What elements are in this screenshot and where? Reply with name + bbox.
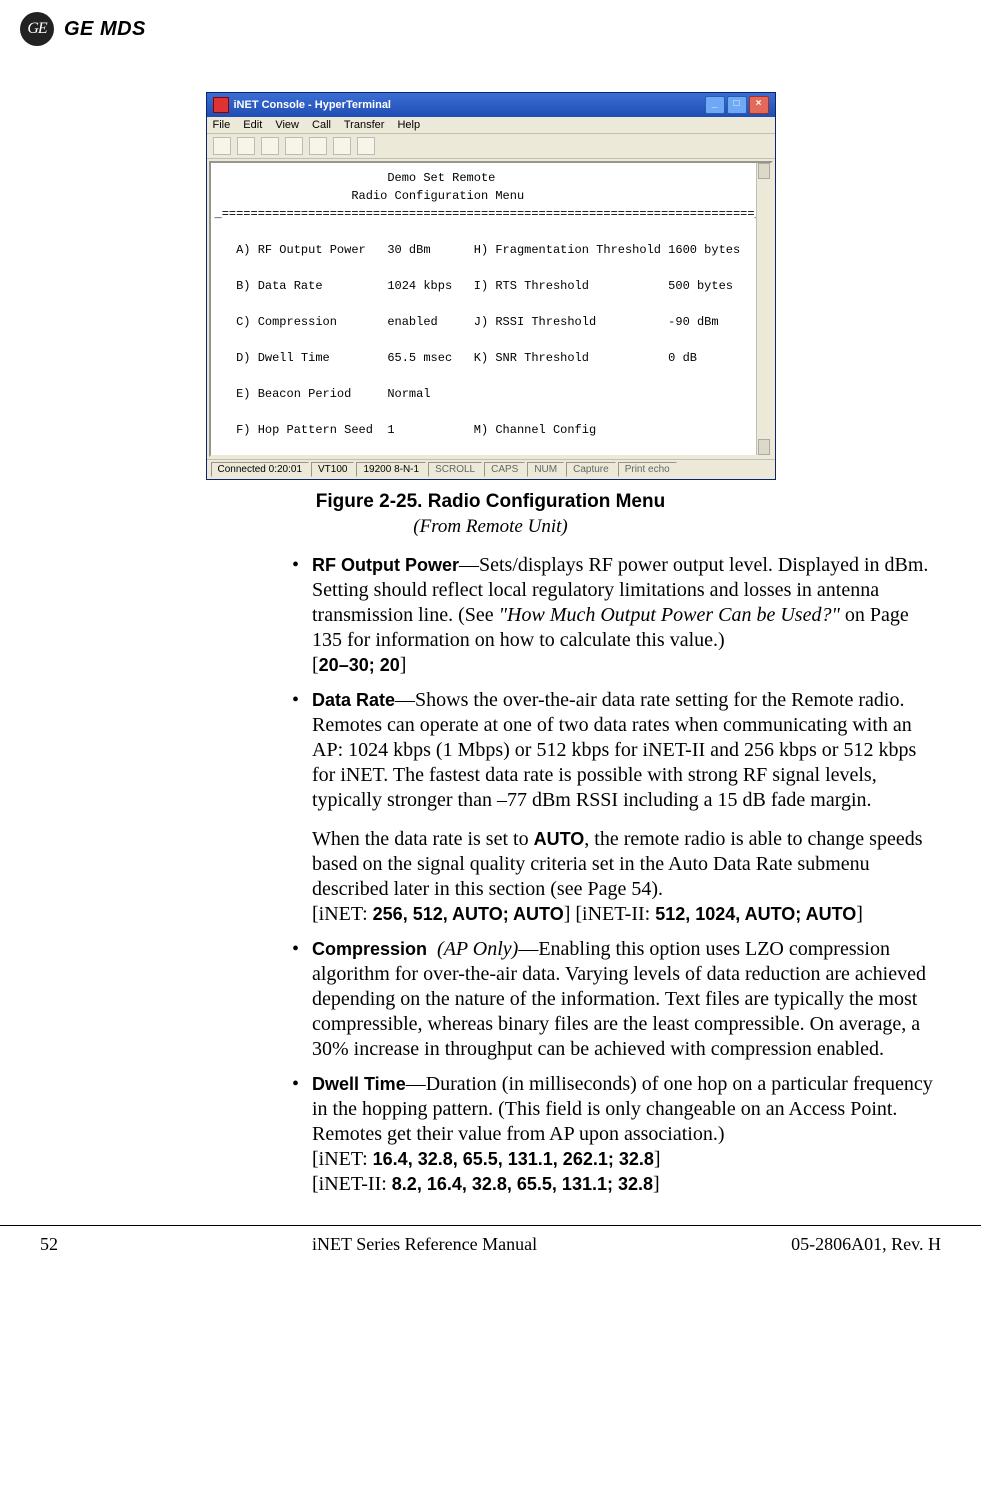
- b4-l2b: 16.4, 32.8, 65.5, 131.1, 262.1; 32.8: [373, 1149, 654, 1169]
- minimize-button[interactable]: _: [705, 96, 725, 114]
- b1-quote: "How Much Output Power Can be Used?": [499, 604, 840, 626]
- body-text: RF Output Power—Sets/displays RF power o…: [290, 553, 940, 1197]
- bullet-compression: Compression (AP Only)—Enabling this opti…: [290, 937, 940, 1062]
- menu-call[interactable]: Call: [312, 119, 331, 131]
- b2-p2a: When the data rate is set to: [312, 828, 534, 850]
- tool-icon-6[interactable]: [333, 137, 351, 155]
- footer-center: iNET Series Reference Manual: [312, 1234, 537, 1255]
- scrollbar[interactable]: [756, 163, 771, 455]
- footer-page: 52: [40, 1234, 58, 1255]
- tool-icon-3[interactable]: [261, 137, 279, 155]
- b4-l3c: ]: [653, 1173, 660, 1195]
- page-header: GE GE MDS: [0, 0, 981, 52]
- tool-icon-5[interactable]: [309, 137, 327, 155]
- b2-l3b: 256, 512, AUTO; AUTO: [373, 904, 564, 924]
- status-port: 19200 8-N-1: [356, 462, 426, 477]
- b2-l3c: ] [iNET-II:: [564, 903, 655, 925]
- b4-l2a: [iNET:: [312, 1148, 373, 1170]
- menu-transfer[interactable]: Transfer: [344, 119, 385, 131]
- terminal-text: Demo Set Remote Radio Configuration Menu…: [215, 171, 762, 457]
- close-button[interactable]: ×: [749, 96, 769, 114]
- toolbar: [207, 134, 775, 159]
- figure-label: Figure 2-25. Radio Configuration Menu: [316, 491, 665, 512]
- brand-text: GE MDS: [64, 18, 146, 41]
- b4-l3a: [iNET-II:: [312, 1173, 392, 1195]
- status-caps: CAPS: [484, 462, 525, 477]
- b2-label: Data Rate: [312, 690, 395, 710]
- statusbar: Connected 0:20:01 VT100 19200 8-N-1 SCRO…: [207, 459, 775, 479]
- app-icon: [213, 97, 229, 113]
- b3-label: Compression: [312, 939, 427, 959]
- status-num: NUM: [527, 462, 564, 477]
- maximize-button[interactable]: □: [727, 96, 747, 114]
- terminal-content: Demo Set Remote Radio Configuration Menu…: [209, 161, 773, 457]
- menu-view[interactable]: View: [275, 119, 299, 131]
- ge-logo-icon: GE: [20, 12, 54, 46]
- b2-l3e: ]: [856, 903, 863, 925]
- b1-range: 20–30; 20: [319, 655, 400, 675]
- b4-text: —Duration (in milliseconds) of one hop o…: [312, 1073, 933, 1145]
- bullet-data-rate: Data Rate—Shows the over-the-air data ra…: [290, 688, 940, 927]
- window-titlebar: iNET Console - HyperTerminal _ □ ×: [207, 93, 775, 117]
- figure-caption: Figure 2-25. Radio Configuration Menu (F…: [0, 490, 981, 539]
- hyperterminal-window: iNET Console - HyperTerminal _ □ × File …: [206, 92, 776, 480]
- open-icon[interactable]: [237, 137, 255, 155]
- bullet-dwell-time: Dwell Time—Duration (in milliseconds) of…: [290, 1072, 940, 1197]
- figure-subtitle: (From Remote Unit): [413, 516, 567, 537]
- b4-l3b: 8.2, 16.4, 32.8, 65.5, 131.1; 32.8: [392, 1174, 653, 1194]
- b2-l3a: [iNET:: [312, 903, 373, 925]
- b1-label: RF Output Power: [312, 555, 459, 575]
- tool-icon-4[interactable]: [285, 137, 303, 155]
- status-connected: Connected 0:20:01: [211, 462, 310, 477]
- window-title: iNET Console - HyperTerminal: [234, 99, 392, 111]
- b2-text: —Shows the over-the-air data rate settin…: [312, 689, 916, 811]
- tool-icon-7[interactable]: [357, 137, 375, 155]
- menubar: File Edit View Call Transfer Help: [207, 117, 775, 134]
- status-capture: Capture: [566, 462, 616, 477]
- new-icon[interactable]: [213, 137, 231, 155]
- b2-l3d: 512, 1024, AUTO; AUTO: [655, 904, 856, 924]
- status-printecho: Print echo: [618, 462, 677, 477]
- status-emu: VT100: [311, 462, 354, 477]
- menu-edit[interactable]: Edit: [243, 119, 262, 131]
- footer-right: 05-2806A01, Rev. H: [791, 1234, 941, 1255]
- b4-l2c: ]: [654, 1148, 661, 1170]
- screenshot-figure: iNET Console - HyperTerminal _ □ × File …: [206, 92, 776, 480]
- b3-note: (AP Only): [437, 938, 518, 960]
- b4-label: Dwell Time: [312, 1074, 406, 1094]
- menu-help[interactable]: Help: [397, 119, 420, 131]
- status-scroll: SCROLL: [428, 462, 482, 477]
- menu-file[interactable]: File: [213, 119, 231, 131]
- bullet-rf-output-power: RF Output Power—Sets/displays RF power o…: [290, 553, 940, 678]
- page-footer: 52 iNET Series Reference Manual 05-2806A…: [0, 1225, 981, 1275]
- b2-auto: AUTO: [534, 829, 585, 849]
